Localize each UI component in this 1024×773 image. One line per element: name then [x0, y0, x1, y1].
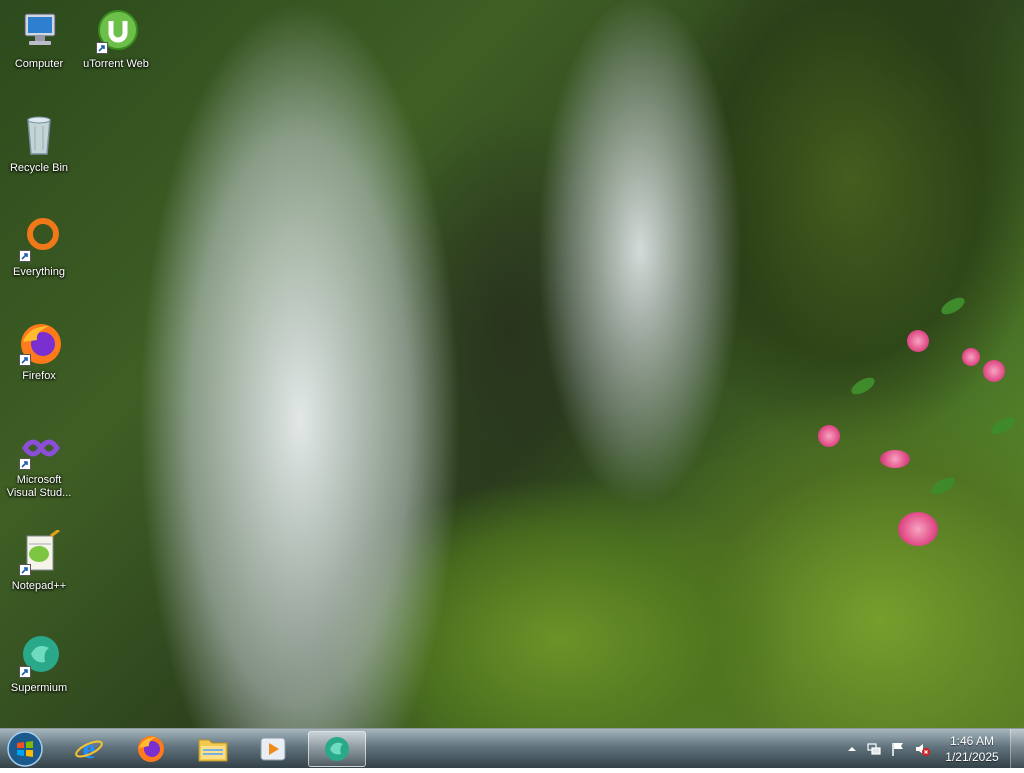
desktop-icon-recycle-bin[interactable]: Recycle Bin	[1, 112, 77, 175]
desktop-icon-label: Recycle Bin	[9, 162, 69, 174]
show-desktop-button[interactable]	[1010, 729, 1024, 769]
firefox-icon	[15, 320, 63, 368]
wallpaper-leaf	[928, 474, 958, 498]
action-center-flag-icon	[892, 743, 903, 756]
wallpaper-flower	[880, 450, 910, 468]
shortcut-arrow-icon	[19, 666, 31, 678]
desktop-icon-label: Computer	[14, 58, 64, 70]
media-player-icon	[260, 737, 286, 761]
taskbar-media-player[interactable]	[246, 731, 300, 767]
desktop-icon-notepad-plus-plus[interactable]: Notepad++	[1, 528, 77, 593]
volume-muted-icon	[916, 744, 930, 756]
wallpaper-flower	[818, 425, 840, 447]
desktop-icon-label: Firefox	[22, 370, 56, 382]
taskbar-file-explorer[interactable]	[186, 731, 240, 767]
utorrent-web-icon	[92, 8, 140, 56]
desktop-icon-utorrent-web[interactable]: uTorrent Web	[78, 8, 154, 71]
wallpaper-leaf	[848, 374, 878, 398]
desktop-icon-label: Supermium	[10, 682, 68, 694]
supermium-icon	[15, 632, 63, 680]
internet-explorer-icon: e	[75, 734, 103, 764]
desktop-icon-supermium[interactable]: Supermium	[1, 632, 77, 695]
recycle-bin-icon	[15, 112, 63, 160]
wallpaper-flower	[962, 348, 980, 366]
firefox-icon	[138, 736, 164, 762]
shortcut-arrow-icon	[19, 564, 31, 576]
desktop-icon-label: uTorrent Web	[83, 58, 149, 70]
desktop-icon-visual-studio[interactable]: Microsoft Visual Stud...	[1, 424, 77, 500]
wallpaper-leaf	[988, 414, 1018, 438]
wallpaper-flower	[898, 512, 938, 546]
start-button[interactable]	[6, 730, 44, 768]
network-icon	[867, 743, 881, 755]
computer-icon	[15, 8, 63, 56]
visual-studio-icon	[15, 424, 63, 472]
taskbar-firefox[interactable]	[124, 731, 178, 767]
notepad-plus-plus-icon	[15, 528, 63, 578]
windows-start-orb-icon	[7, 731, 43, 767]
shortcut-arrow-icon	[19, 250, 31, 262]
desktop-icon-label: Microsoft Visual Stud...	[6, 474, 72, 499]
desktop-icon-everything[interactable]: Everything	[1, 216, 77, 279]
tray-action-center[interactable]	[890, 741, 906, 757]
supermium-icon	[325, 737, 349, 761]
everything-search-icon	[15, 216, 63, 264]
show-hidden-icons-button[interactable]	[844, 741, 860, 757]
shortcut-arrow-icon	[19, 458, 31, 470]
file-explorer-icon	[198, 739, 228, 762]
taskbar-supermium[interactable]	[308, 731, 366, 767]
tray-network[interactable]	[866, 741, 882, 757]
wallpaper-flower	[983, 360, 1005, 382]
shortcut-arrow-icon	[96, 42, 108, 54]
desktop-icon-firefox[interactable]: Firefox	[1, 320, 77, 383]
shortcut-arrow-icon	[19, 354, 31, 366]
clock-date: 1/21/2025	[945, 750, 999, 764]
desktop-wallpaper[interactable]: Computer uTorrent Web Recycle Bin Everyt…	[0, 0, 1024, 728]
svg-text:e: e	[83, 734, 95, 764]
tray-clock[interactable]: 1:46 AM 1/21/2025	[932, 733, 1012, 765]
taskbar: e 1:46 AM 1/21/2025	[0, 728, 1024, 769]
taskbar-internet-explorer[interactable]: e	[62, 731, 116, 767]
desktop-icon-computer[interactable]: Computer	[1, 8, 77, 71]
show-hidden-icons-chevron-icon	[848, 747, 856, 751]
clock-time: 1:46 AM	[949, 734, 995, 748]
tray-volume[interactable]	[914, 741, 930, 757]
desktop-icon-label: Everything	[13, 266, 65, 278]
desktop-icon-label: Notepad++	[11, 580, 67, 592]
wallpaper-leaf	[938, 294, 968, 318]
wallpaper-flower	[907, 330, 929, 352]
